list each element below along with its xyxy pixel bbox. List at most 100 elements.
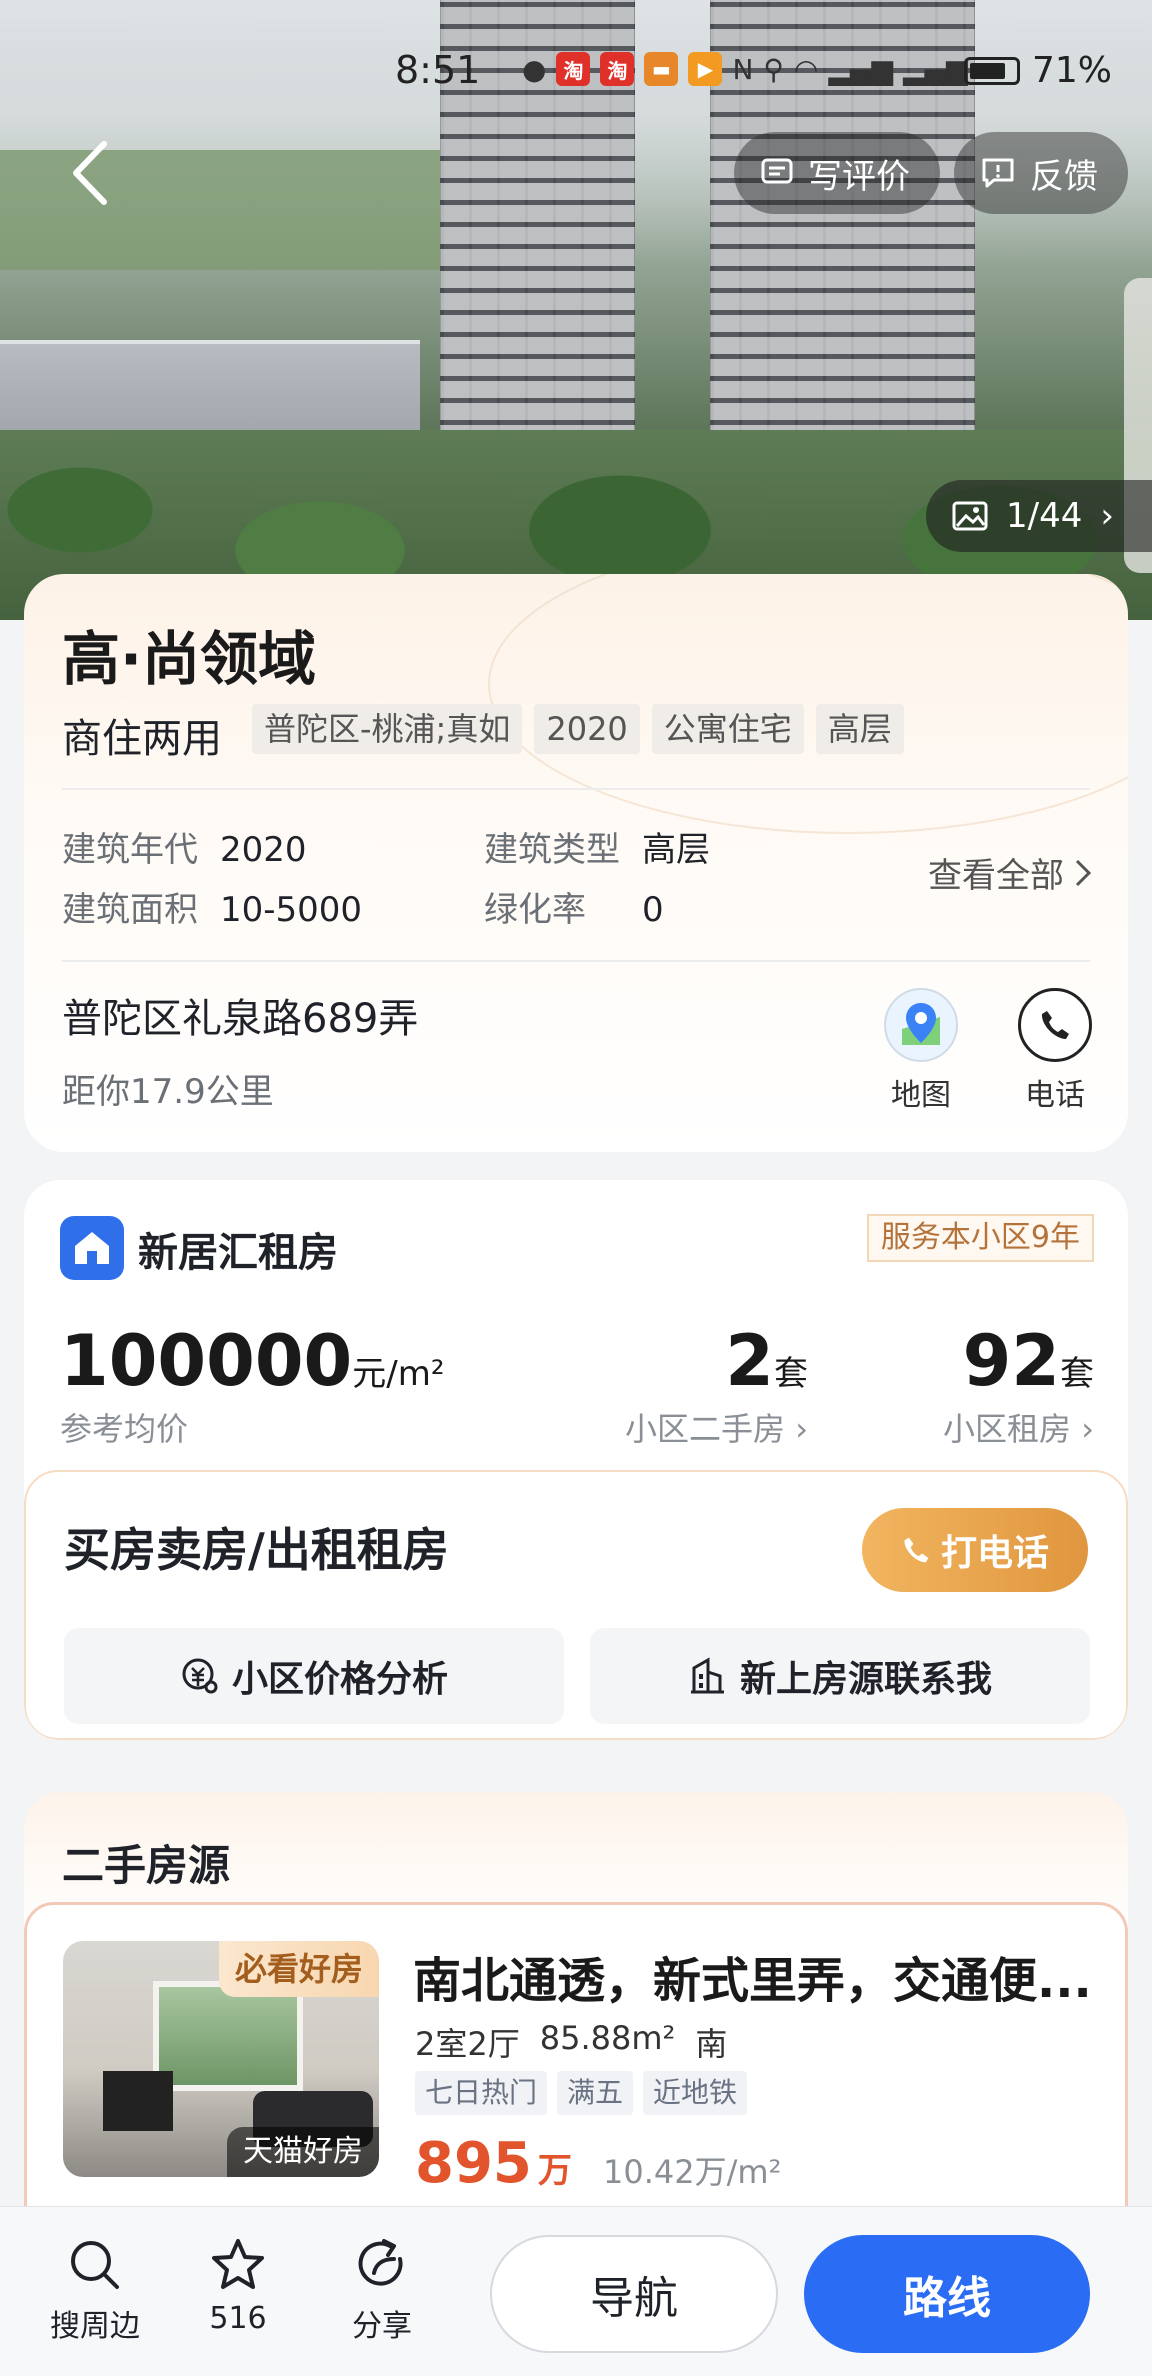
project-title: 高·尚领域 [62, 625, 317, 693]
favorite-count: 516 [209, 2301, 267, 2336]
rental-stat[interactable]: 92套 小区租房 › [943, 1320, 1094, 1450]
agent-name: 新居汇租房 [138, 1230, 338, 1276]
call-button[interactable]: 打电话 [862, 1508, 1088, 1592]
battery-status: 71% [963, 50, 1112, 91]
price-analysis-icon [182, 1658, 218, 1694]
price-analysis-button[interactable]: 小区价格分析 [64, 1628, 564, 1724]
avg-price-label: 参考均价 [60, 1410, 189, 1448]
chevron-left-icon [73, 141, 107, 205]
feedback-label: 反馈 [1030, 156, 1098, 197]
status-icons: ● 淘 淘 ▬ ▶ N ⚲ ◠ ▂▄▆ ▂▄▆ [522, 52, 968, 86]
star-icon [183, 2233, 293, 2297]
house-logo-icon [60, 1216, 124, 1280]
agent-card: 新居汇租房 服务本小区9年 100000元/m² 参考均价 2套 小区二手房 ›… [24, 1180, 1128, 1740]
map-button[interactable]: 地图 [876, 988, 966, 1114]
feedback-button[interactable]: 反馈 [954, 132, 1128, 214]
tmall-badge: 天猫好房 [227, 2127, 379, 2177]
location-icon: ⚲ [763, 52, 784, 86]
spec-green-rate: 绿化率 0 [484, 890, 664, 930]
listing-price-value: 895 [415, 2131, 532, 2196]
project-info-card: 高·尚领域 商住两用 普陀区-桃浦;真如 2020 公寓住宅 高层 建筑年代 20… [24, 574, 1128, 1152]
comment-icon [761, 158, 793, 184]
write-review-button[interactable]: 写评价 [734, 132, 940, 214]
listing-meta: 2室2厅 85.88m² 南 [415, 2019, 727, 2065]
wallet-icon: ▬ [644, 52, 679, 86]
tag-year: 2020 [534, 704, 640, 754]
project-usage: 商住两用 [62, 716, 222, 762]
spec-area: 建筑面积 10-5000 [62, 890, 363, 930]
route-button[interactable]: 路线 [804, 2235, 1090, 2353]
message-icon: ● [522, 52, 547, 86]
taobao-icon: 淘 [556, 52, 591, 86]
project-tags: 普陀区-桃浦;真如 2020 公寓住宅 高层 [252, 704, 904, 754]
write-review-label: 写评价 [808, 156, 910, 197]
listing-title: 南北通透，新式里弄，交通便... [413, 1953, 1092, 2009]
listing-orientation: 南 [695, 2025, 728, 2063]
nfc-icon: N [732, 52, 754, 86]
status-time: 8:51 [395, 48, 481, 92]
taobao-icon-2: 淘 [600, 52, 635, 86]
listing-tags: 七日热门 满五 近地铁 [415, 2071, 748, 2115]
rental-unit: 套 [1060, 1354, 1094, 1394]
new-listing-contact-button[interactable]: 新上房源联系我 [590, 1628, 1090, 1724]
call-label: 打电话 [940, 1533, 1049, 1574]
see-all-link[interactable]: 查看全部 [928, 848, 1092, 897]
tag-district: 普陀区-桃浦;真如 [252, 704, 523, 754]
listing-price: 895 万 [415, 2131, 572, 2196]
second-hand-unit: 套 [774, 1354, 808, 1394]
phone-icon [1018, 988, 1092, 1062]
address: 普陀区礼泉路689弄 [62, 996, 419, 1042]
phone-button[interactable]: 电话 [1010, 988, 1100, 1114]
listing-tag: 近地铁 [643, 2071, 748, 2115]
contact-title: 买房卖房/出租租房 [64, 1523, 449, 1577]
rental-label: 小区租房 › [943, 1410, 1094, 1448]
listing-area: 85.88m² [539, 2019, 676, 2057]
see-all-label: 查看全部 [928, 856, 1064, 896]
map-label: 地图 [891, 1078, 951, 1113]
share-label: 分享 [352, 2309, 412, 2344]
tag-type: 公寓住宅 [651, 704, 804, 754]
second-hand-label: 小区二手房 › [625, 1410, 808, 1448]
photo-counter-text: 1/44 [1006, 496, 1083, 536]
share-icon [327, 2233, 437, 2297]
search-nearby-button[interactable]: 搜周边 [40, 2233, 150, 2345]
avg-price-stat: 100000元/m² 参考均价 [60, 1320, 444, 1450]
search-icon [40, 2233, 150, 2297]
navigation-button[interactable]: 导航 [490, 2235, 778, 2353]
phone-icon [904, 1537, 929, 1563]
wifi-icon: ◠ [793, 52, 819, 86]
listing-thumbnail: 必看好房 天猫好房 [63, 1941, 379, 2177]
favorite-button[interactable]: 516 [183, 2233, 293, 2336]
thumbnail-tv [103, 2071, 173, 2131]
search-nearby-label: 搜周边 [50, 2309, 140, 2344]
phone-label: 电话 [1025, 1078, 1085, 1113]
battery-percent: 71% [1031, 50, 1112, 91]
contact-box: 买房卖房/出租租房 打电话 小区价格分析 新上房源联系我 [24, 1470, 1128, 1740]
service-years-badge: 服务本小区9年 [866, 1214, 1094, 1262]
signal-icon-2: ▂▄▆ [902, 52, 968, 86]
photo-counter[interactable]: 1/44 › [926, 480, 1152, 552]
spec-build-type: 建筑类型 高层 [484, 830, 710, 870]
listing-tag: 满五 [557, 2071, 634, 2115]
listing-price-unit: 万 [537, 2151, 572, 2191]
thumbnail-window [153, 1981, 303, 2091]
status-bar: 8:51 ● 淘 淘 ▬ ▶ N ⚲ ◠ ▂▄▆ ▂▄▆ 71% [0, 38, 1152, 98]
price-analysis-label: 小区价格分析 [231, 1659, 448, 1700]
building-icon [690, 1657, 724, 1694]
listings-section-title: 二手房源 [62, 1841, 231, 1890]
battery-icon [963, 56, 1020, 85]
chevron-right-icon: › [1100, 496, 1114, 536]
share-button[interactable]: 分享 [327, 2233, 437, 2345]
avg-price-unit: 元/m² [352, 1354, 445, 1394]
bottom-action-bar: 搜周边 516 分享 导航 路线 [0, 2206, 1152, 2376]
image-icon [952, 501, 988, 531]
distance: 距你17.9公里 [62, 1072, 274, 1112]
divider [62, 788, 1090, 790]
map-icon [884, 988, 958, 1062]
avg-price-value: 100000 [60, 1320, 353, 1402]
second-hand-stat[interactable]: 2套 小区二手房 › [625, 1320, 808, 1450]
chevron-right-icon [1075, 859, 1092, 886]
video-icon: ▶ [688, 52, 723, 86]
spec-build-year: 建筑年代 2020 [62, 830, 307, 870]
back-button[interactable] [60, 138, 120, 208]
